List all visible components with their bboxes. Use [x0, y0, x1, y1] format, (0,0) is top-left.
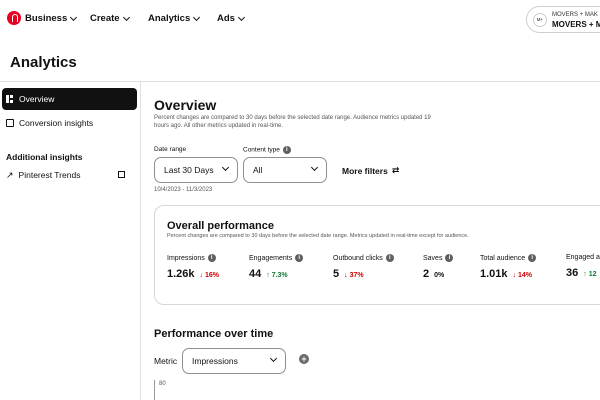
more-filters-label: More filters: [342, 165, 388, 176]
metric-change: ↑ 7.3%: [266, 272, 288, 279]
add-metric-icon[interactable]: +: [299, 354, 309, 364]
external-link-icon: [118, 171, 125, 178]
top-nav: Business Create Analytics Ads M+ MOVERS …: [0, 0, 600, 40]
content-type-select[interactable]: All: [243, 157, 327, 183]
overall-performance-card: Overall performance Percent changes are …: [154, 205, 600, 305]
sidebar-item-label: Overview: [19, 94, 55, 104]
info-icon[interactable]: i: [295, 254, 304, 262]
info-icon[interactable]: i: [528, 254, 537, 262]
chart-y-tick: 80: [159, 381, 166, 387]
info-icon[interactable]: i: [282, 146, 291, 154]
date-range-text: 10/4/2023 - 11/3/2023: [154, 187, 213, 193]
chevron-down-icon: [193, 13, 201, 21]
metric-value: 2: [423, 268, 430, 280]
nav-analytics-menu[interactable]: Analytics: [148, 13, 201, 24]
overall-performance-note: Percent changes are compared to 30 days …: [167, 233, 469, 239]
metric-label: Impressions: [167, 254, 205, 262]
chart-y-axis: [154, 380, 155, 400]
sidebar-item-label: Conversion insights: [19, 118, 94, 128]
metric-change: ↓ 14%: [512, 272, 532, 279]
metric-select-label: Metric: [154, 356, 178, 366]
content-type-label-wrap: Content type i: [243, 146, 291, 154]
conversion-icon: [6, 119, 14, 127]
metric-change: ↑ 12: [583, 271, 597, 278]
metric-value: 36: [566, 267, 579, 279]
sidebar-item-pinterest-trends[interactable]: ↗ Pinterest Trends: [2, 164, 137, 186]
date-range-value: Last 30 Days: [164, 165, 214, 175]
metric-value: 1.01k: [480, 268, 508, 280]
chevron-down-icon: [70, 13, 78, 21]
nav-create-label: Create: [90, 13, 120, 24]
metric-value: 1.26k: [167, 268, 195, 280]
metric-select[interactable]: Impressions: [182, 348, 286, 374]
sidebar-item-overview[interactable]: Overview: [2, 88, 137, 110]
trend-icon: ↗: [6, 170, 14, 180]
info-icon[interactable]: i: [385, 254, 394, 262]
chevron-down-icon: [122, 13, 130, 21]
date-range-select[interactable]: Last 30 Days: [154, 157, 238, 183]
chevron-down-icon: [221, 163, 230, 172]
metric-engagements: Engagements i 44 ↑ 7.3%: [249, 254, 304, 280]
filter-icon: ⇄: [391, 165, 400, 175]
account-avatar: M+: [533, 13, 547, 27]
metric-label: Engaged a: [566, 254, 600, 261]
account-name: MOVERS + M: [552, 20, 600, 29]
nav-ads-label: Ads: [217, 13, 235, 24]
nav-business-label: Business: [25, 13, 68, 24]
overview-note: Percent changes are compared to 30 days …: [154, 115, 431, 129]
nav-analytics-label: Analytics: [148, 13, 191, 24]
metric-label: Engagements: [249, 254, 293, 262]
nav-ads-menu[interactable]: Ads: [217, 13, 245, 24]
metric-saves: Saves i 2 0%: [423, 254, 454, 280]
metric-total-audience: Total audience i 1.01k ↓ 14%: [480, 254, 537, 280]
dashboard-icon: [6, 95, 14, 103]
nav-business-menu[interactable]: Business: [25, 13, 78, 24]
additional-insights-heading: Additional insights: [6, 152, 83, 162]
metric-label: Outbound clicks: [333, 254, 383, 262]
content-type-label: Content type: [243, 146, 280, 154]
nav-create-menu[interactable]: Create: [90, 13, 130, 24]
metric-label: Saves: [423, 254, 443, 262]
account-switcher[interactable]: M+ MOVERS + MAK MOVERS + M: [526, 6, 600, 33]
metric-label: Total audience: [480, 254, 526, 262]
chevron-down-icon: [310, 163, 319, 172]
metric-outbound-clicks: Outbound clicks i 5 ↓ 37%: [333, 254, 394, 280]
overall-performance-title: Overall performance: [167, 220, 274, 232]
metric-value: 44: [249, 268, 262, 280]
chevron-down-icon: [269, 354, 278, 363]
metric-select-value: Impressions: [192, 356, 238, 366]
info-icon[interactable]: i: [445, 254, 454, 262]
more-filters-button[interactable]: More filters ⇄: [342, 165, 399, 176]
overview-title: Overview: [154, 97, 217, 113]
date-range-label: Date range: [154, 146, 187, 153]
metric-impressions: Impressions i 1.26k ↓ 16%: [167, 254, 219, 280]
performance-over-time-title: Performance over time: [154, 328, 274, 340]
sidebar: Overview Conversion insights Additional …: [0, 82, 141, 400]
metric-change: ↓ 16%: [199, 272, 219, 279]
sidebar-item-conversion-insights[interactable]: Conversion insights: [2, 112, 137, 134]
metric-change: 0%: [434, 272, 445, 279]
metric-engaged-audience: Engaged a 36 ↑ 12: [566, 254, 600, 279]
pinterest-logo-icon[interactable]: [7, 11, 21, 25]
metric-value: 5: [333, 268, 340, 280]
sidebar-item-label: Pinterest Trends: [18, 170, 81, 180]
info-icon[interactable]: i: [207, 254, 216, 262]
chevron-down-icon: [237, 13, 245, 21]
content-type-value: All: [253, 165, 263, 175]
metric-change: ↓ 37%: [344, 272, 364, 279]
page-title: Analytics: [10, 54, 77, 71]
account-label-small: MOVERS + MAK: [552, 12, 598, 18]
